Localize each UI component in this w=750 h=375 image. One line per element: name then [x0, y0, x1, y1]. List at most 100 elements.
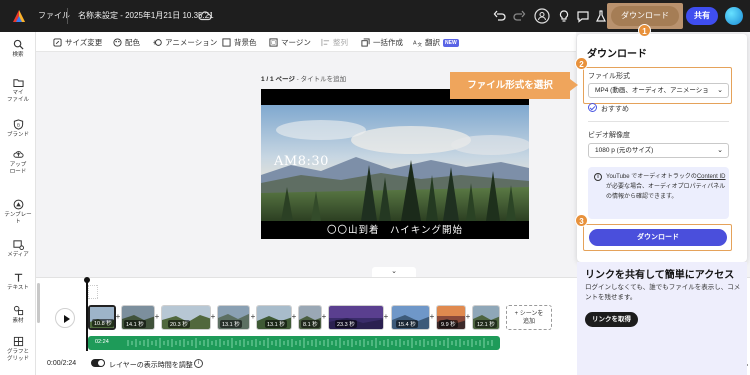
audio-waveform — [127, 338, 493, 348]
bulk-create-label: 一括作成 — [373, 38, 403, 47]
animation-label: アニメーション — [165, 38, 218, 47]
scene-clip[interactable]: 9.9 秒 — [436, 305, 466, 330]
chevron-down-icon: ⌄ — [717, 147, 723, 154]
audio-duration: 02:24 — [95, 339, 109, 345]
info-icon: i — [594, 173, 602, 181]
sidebar-item-upload[interactable]: アップ ロード — [0, 149, 36, 176]
panel-divider — [588, 121, 729, 122]
page-number: 1 / 1 ページ — [261, 76, 295, 83]
audio-track[interactable]: 02:24 — [88, 336, 500, 350]
add-transition-button[interactable]: + — [465, 312, 471, 321]
clip-duration: 15.4 秒 — [396, 320, 418, 328]
sidebar-item-templates[interactable]: テンプレー ト — [0, 199, 36, 226]
align-label: 整列 — [333, 38, 348, 47]
add-transition-button[interactable]: + — [291, 312, 297, 321]
resize-icon — [53, 38, 62, 47]
user-avatar[interactable] — [725, 7, 743, 25]
file-menu[interactable]: ファイル — [38, 10, 70, 21]
sidebar-item-charts-grids[interactable]: グラフと グリッド — [0, 336, 36, 363]
scene-clip[interactable]: 23.3 秒 — [328, 305, 384, 330]
upload-icon — [12, 151, 24, 158]
checkbox-icon — [222, 38, 231, 47]
sidebar-item-text[interactable]: テキスト — [0, 272, 36, 292]
sidebar-item-label: マイ ファイル — [6, 90, 29, 103]
step-badge-3: 3 — [575, 214, 588, 227]
info-icon[interactable]: i — [194, 359, 203, 368]
lightbulb-icon[interactable] — [557, 9, 571, 23]
layer-duration-toggle[interactable] — [91, 359, 105, 367]
topbar-divider — [67, 8, 68, 24]
playhead[interactable] — [84, 277, 90, 351]
overlay-time-text[interactable]: AM8:30 — [274, 154, 329, 169]
play-button[interactable] — [55, 308, 75, 328]
overlay-caption-text[interactable]: 〇〇山到着 ハイキング開始 — [261, 222, 529, 236]
add-transition-button[interactable]: + — [383, 312, 389, 321]
page-title-placeholder: - タイトルを追加 — [294, 76, 347, 83]
timeline-scrollbar[interactable] — [37, 283, 40, 323]
document-title[interactable]: 名称未設定 - 2025年1月21日 10.35.21 — [78, 10, 214, 21]
content-id-info-text: YouTube でオーディオトラックのContent ID が必要な場合、オーデ… — [606, 172, 726, 202]
scene-clip[interactable]: 8.1 秒 — [298, 305, 322, 330]
add-scene-button[interactable]: + シーンを 追加 — [506, 305, 552, 330]
sidebar-item-search[interactable]: 検索 — [0, 39, 36, 59]
page-label[interactable]: 1 / 1 ページ - タイトルを追加 — [261, 73, 346, 83]
margin-button[interactable]: マージン — [269, 37, 311, 48]
margin-icon — [269, 38, 278, 47]
clip-duration: 13.1 秒 — [220, 320, 242, 328]
bulk-create-icon — [361, 38, 370, 47]
sidebar-item-media[interactable]: メディア — [0, 239, 36, 259]
scene-clip[interactable]: 20.3 秒 — [161, 305, 211, 330]
align-button[interactable]: 整列 — [321, 37, 348, 48]
scene-clip[interactable]: 10.8 秒 — [88, 305, 116, 330]
add-transition-button[interactable]: + — [321, 312, 327, 321]
collapse-timeline-toggle[interactable]: ⌄ — [372, 267, 416, 277]
scene-clip[interactable]: 13.1 秒 — [256, 305, 292, 330]
scene-clip[interactable]: 12.1 秒 — [472, 305, 500, 330]
scene-clip[interactable]: 15.4 秒 — [391, 305, 430, 330]
sidebar-item-my-files[interactable]: マイ ファイル — [0, 77, 36, 104]
sidebar-item-label: テキスト — [7, 285, 29, 291]
resize-button[interactable]: サイズ変更 — [53, 37, 102, 48]
clip-duration: 12.1 秒 — [475, 320, 497, 328]
resize-label: サイズ変更 — [65, 38, 103, 47]
video-resolution-select[interactable]: 1080 p (元のサイズ) ⌄ — [588, 143, 729, 158]
sidebar-item-label: ブランド — [6, 132, 29, 138]
add-transition-button[interactable]: + — [154, 312, 160, 321]
content-id-link[interactable]: Content ID — [697, 174, 726, 180]
get-link-button[interactable]: リンクを取得 — [585, 312, 638, 327]
sidebar-item-brand[interactable]: B ブランド — [0, 119, 36, 139]
sidebar-item-elements[interactable]: 素材 — [0, 305, 36, 325]
comment-icon[interactable] — [576, 9, 590, 23]
translate-button[interactable]: A文 翻訳 NEW — [413, 37, 459, 48]
info-text-prefix: YouTube でオーディオトラックの — [606, 174, 697, 180]
share-link-description: ログインしなくても、誰でもファイルを表示し、コメントを残せます。 — [585, 284, 741, 301]
experiment-flask-icon[interactable] — [594, 9, 608, 23]
collaborator-icon[interactable] — [534, 8, 550, 24]
topbar-download-button[interactable]: ダウンロード — [611, 6, 679, 26]
share-button[interactable]: 共有 — [686, 7, 718, 25]
undo-icon[interactable] — [493, 9, 507, 23]
clip-duration: 23.3 秒 — [335, 320, 357, 328]
scene-clip[interactable]: 13.1 秒 — [217, 305, 250, 330]
add-transition-button[interactable]: + — [210, 312, 216, 321]
sidebar-item-label: 検索 — [12, 52, 24, 58]
color-scheme-button[interactable]: 配色 — [113, 37, 140, 48]
clip-duration: 13.1 秒 — [265, 320, 287, 328]
redo-icon[interactable] — [512, 9, 526, 23]
panel-download-button[interactable]: ダウンロード — [589, 229, 727, 246]
recommended-label: おすすめ — [601, 106, 629, 113]
bulk-create-button[interactable]: 一括作成 — [361, 37, 403, 48]
color-scheme-label: 配色 — [125, 38, 140, 47]
brand-shield-icon: B — [13, 119, 23, 130]
background-color-button[interactable]: 背景色 — [222, 37, 257, 48]
scene-clip[interactable]: 14.1 秒 — [121, 305, 155, 330]
clip-duration: 20.3 秒 — [168, 320, 190, 328]
svg-text:文: 文 — [418, 41, 423, 47]
app-logo-icon[interactable] — [12, 9, 26, 23]
translate-label: 翻訳 — [425, 38, 440, 47]
grid-icon — [13, 336, 23, 347]
animation-button[interactable]: アニメーション — [153, 37, 217, 48]
background-color-label: 背景色 — [234, 38, 257, 47]
video-canvas[interactable]: AM8:30 〇〇山到着 ハイキング開始 — [261, 89, 529, 239]
add-transition-button[interactable]: + — [429, 312, 435, 321]
